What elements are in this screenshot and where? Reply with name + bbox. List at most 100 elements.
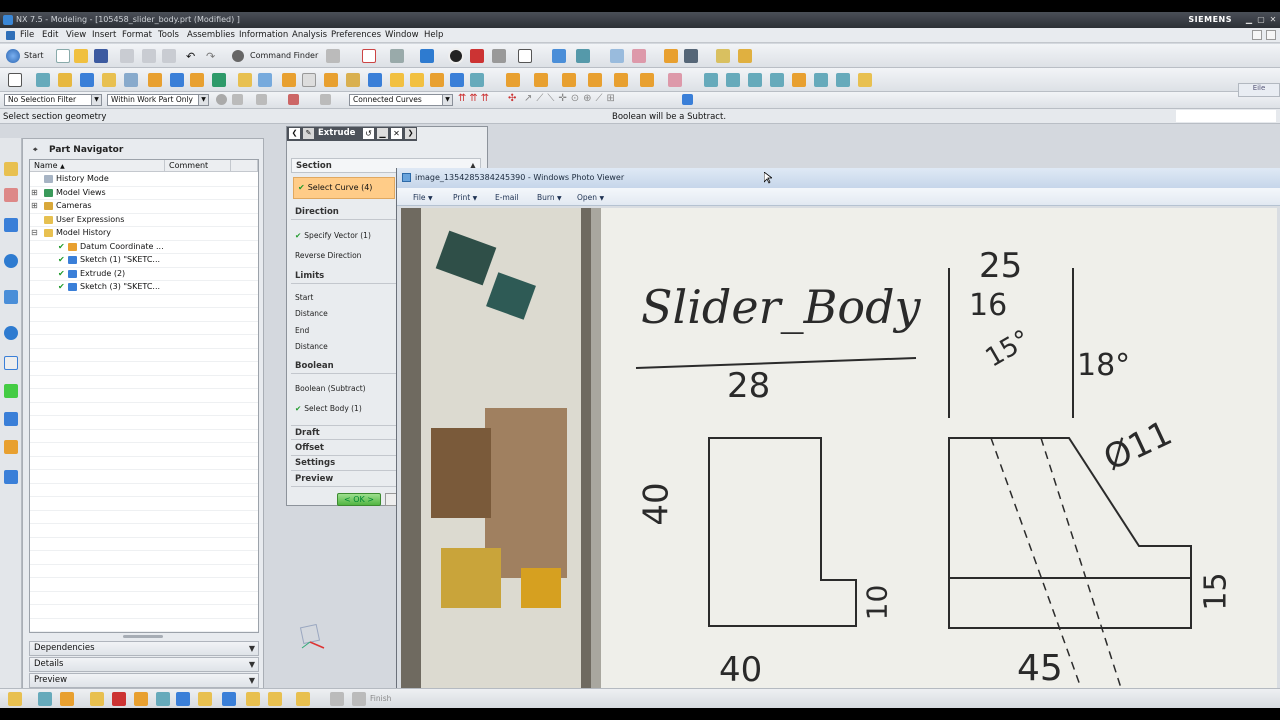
- extrude-icon[interactable]: [80, 73, 94, 87]
- history-icon[interactable]: [4, 290, 18, 304]
- visibility-checkbox[interactable]: ✔: [58, 240, 65, 253]
- chevron-left-icon[interactable]: ❮: [289, 128, 300, 139]
- menu-assemblies[interactable]: Assemblies: [187, 30, 235, 40]
- expand-icon[interactable]: ⊞: [31, 186, 38, 199]
- clock-icon[interactable]: [4, 326, 18, 340]
- minimize-button[interactable]: ▁: [1244, 15, 1254, 25]
- stop-at-intersection-icon[interactable]: [288, 94, 299, 105]
- thread-icon[interactable]: [430, 73, 444, 87]
- sketch-icon[interactable]: [8, 73, 22, 87]
- menu-preferences[interactable]: Preferences: [331, 30, 381, 40]
- sync-reuse-icon[interactable]: [668, 73, 682, 87]
- sketch-tool-icon[interactable]: [246, 692, 260, 706]
- selection-icon[interactable]: [326, 49, 340, 63]
- inspect-icon[interactable]: [90, 692, 104, 706]
- reuse-library-icon[interactable]: [4, 356, 18, 370]
- show-hide-icon[interactable]: [610, 49, 624, 63]
- command-finder-label[interactable]: Command Finder: [250, 51, 318, 60]
- section-view-icon[interactable]: [470, 49, 484, 63]
- wcs-icon[interactable]: [576, 49, 590, 63]
- draft-icon[interactable]: [410, 73, 424, 87]
- menu-analysis[interactable]: Analysis: [292, 30, 327, 40]
- tree-row[interactable]: ✔ Sketch (1) "SKETC...: [30, 253, 258, 267]
- ok-button[interactable]: < OK >: [337, 493, 381, 506]
- menu-insert[interactable]: Insert: [92, 30, 116, 40]
- analysis-icon[interactable]: [684, 49, 698, 63]
- minimize-doc-icon[interactable]: [1252, 30, 1262, 40]
- maximize-button[interactable]: ▢: [1256, 15, 1266, 25]
- grid-icon[interactable]: [198, 692, 212, 706]
- menu-help[interactable]: Help: [424, 30, 443, 40]
- system-materials-icon[interactable]: [4, 412, 18, 426]
- zoom-icon[interactable]: [390, 49, 404, 63]
- save-icon[interactable]: [94, 49, 108, 63]
- reset-icon[interactable]: ↺: [363, 128, 374, 139]
- specify-vector-row[interactable]: ✔ Specify Vector (1): [295, 231, 371, 240]
- start-button-label[interactable]: Start: [24, 51, 44, 60]
- fillet-icon[interactable]: [296, 692, 310, 706]
- rectangle-icon[interactable]: [268, 692, 282, 706]
- select-curve-row[interactable]: ✔ Select Curve (4): [293, 177, 395, 199]
- constraint-navigator-icon[interactable]: [4, 188, 18, 202]
- face-icon[interactable]: [450, 73, 464, 87]
- edge-blend-icon[interactable]: [238, 73, 252, 87]
- project-curve-icon[interactable]: [814, 73, 828, 87]
- sync-replace-icon[interactable]: [588, 73, 602, 87]
- pad-icon[interactable]: [190, 73, 204, 87]
- fit-icon[interactable]: [362, 49, 376, 63]
- mate-icon[interactable]: [134, 692, 148, 706]
- unite-icon[interactable]: [212, 73, 226, 87]
- datum-plane-icon[interactable]: [36, 73, 50, 87]
- chevron-right-icon[interactable]: ❯: [405, 128, 416, 139]
- line-icon[interactable]: [726, 73, 740, 87]
- command-finder-icon[interactable]: [232, 50, 244, 62]
- column-name[interactable]: Name ▲: [30, 160, 165, 172]
- menu-edit[interactable]: Edit: [42, 30, 58, 40]
- menu-view[interactable]: View: [66, 30, 86, 40]
- column-comment[interactable]: Comment: [165, 160, 231, 172]
- select-body-row[interactable]: ✔ Select Body (1): [295, 404, 362, 413]
- visibility-checkbox[interactable]: ✔: [58, 280, 65, 293]
- pv-menu-file[interactable]: File ▼: [413, 193, 433, 202]
- paste-icon[interactable]: [162, 49, 176, 63]
- move-icon[interactable]: [632, 49, 646, 63]
- revolve-icon[interactable]: [102, 73, 116, 87]
- chamfer-icon[interactable]: [258, 73, 272, 87]
- visibility-checkbox[interactable]: ✔: [58, 267, 65, 280]
- constraint-icon[interactable]: [112, 692, 126, 706]
- endpoint-snap-icon[interactable]: ✣: [508, 93, 516, 104]
- right-panel-tab[interactable]: Eile: [1238, 83, 1280, 97]
- tree-row[interactable]: History Mode: [30, 172, 258, 186]
- select-icon[interactable]: [38, 692, 52, 706]
- collapse-icon[interactable]: ⊟: [31, 226, 38, 239]
- arc-icon[interactable]: [748, 73, 762, 87]
- ruler-icon[interactable]: [716, 49, 730, 63]
- select-all-icon[interactable]: [232, 94, 243, 105]
- offset-face-icon[interactable]: [346, 73, 360, 87]
- menu-window[interactable]: Window: [385, 30, 419, 40]
- tree-row[interactable]: User Expressions: [30, 213, 258, 227]
- palette-icon[interactable]: [4, 440, 18, 454]
- render-style-icon[interactable]: [448, 48, 464, 64]
- view-orient-icon[interactable]: [492, 49, 506, 63]
- finish-sketch-button[interactable]: Finish: [370, 694, 391, 703]
- sync-resize-icon[interactable]: [614, 73, 628, 87]
- splitter-handle[interactable]: [123, 635, 163, 638]
- layout-icon[interactable]: [176, 692, 190, 706]
- menu-information[interactable]: Information: [239, 30, 288, 40]
- orient-icon[interactable]: [222, 692, 236, 706]
- spline-icon[interactable]: [770, 73, 784, 87]
- pocket-icon[interactable]: [170, 73, 184, 87]
- mirror-icon[interactable]: [390, 73, 404, 87]
- measure-icon[interactable]: [664, 49, 678, 63]
- app-menu-icon[interactable]: [6, 31, 15, 40]
- hole-icon[interactable]: [124, 73, 138, 87]
- quick-pick-icon[interactable]: [682, 94, 693, 105]
- sync-move-icon[interactable]: [506, 73, 520, 87]
- sync-delete-icon[interactable]: [640, 73, 654, 87]
- minimize-dialog-icon[interactable]: ▁: [377, 128, 388, 139]
- tree-row[interactable]: ✔ Extrude (2): [30, 267, 258, 281]
- pv-menu-open[interactable]: Open ▼: [577, 193, 604, 202]
- pv-menu-print[interactable]: Print ▼: [453, 193, 477, 202]
- redo-icon[interactable]: ↷: [206, 50, 215, 63]
